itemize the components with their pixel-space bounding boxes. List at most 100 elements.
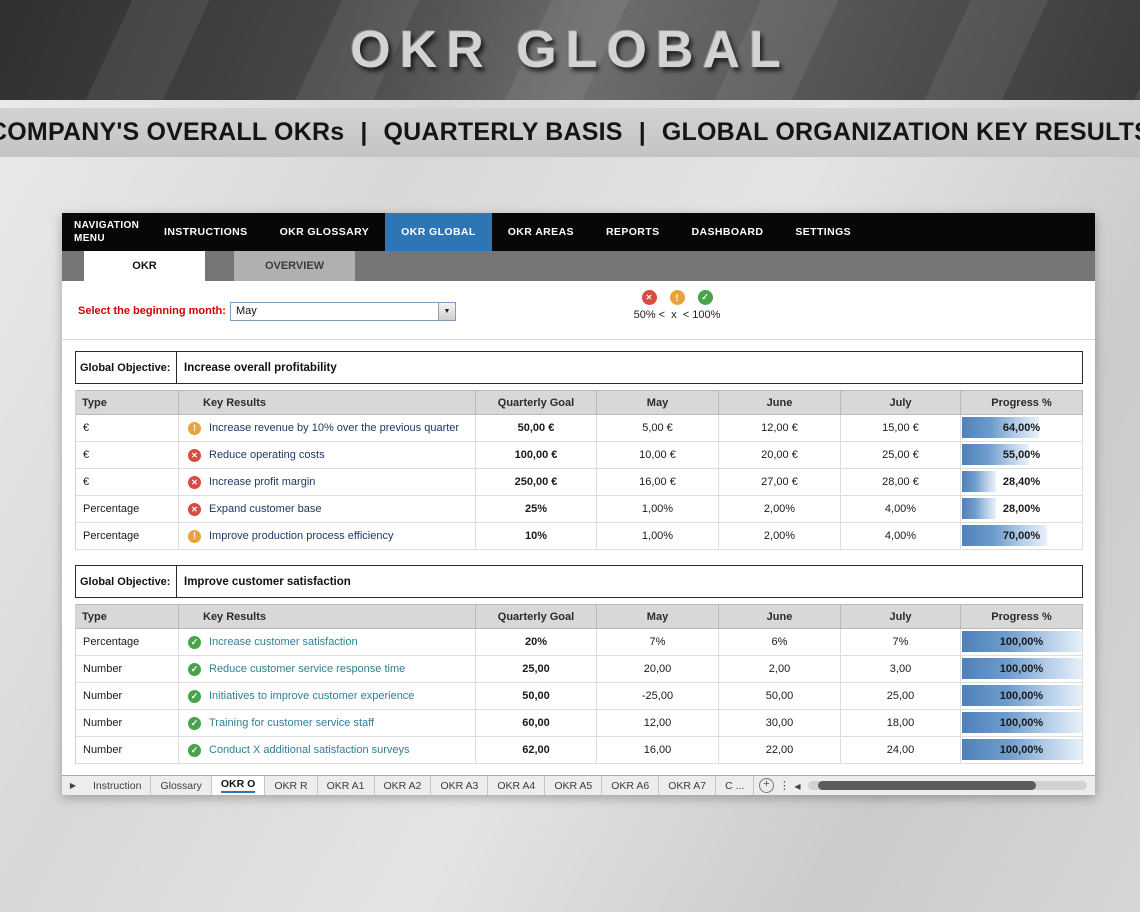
key-result-label: Increase profit margin: [209, 476, 316, 488]
sheet-tab-okr-a1[interactable]: OKR A1: [318, 776, 375, 795]
june-cell: 27,00 €: [719, 469, 841, 496]
warning-icon: [188, 529, 201, 543]
okr-grid: Type Key Results Quarterly Goal May June…: [75, 390, 1083, 550]
scrollbar-thumb[interactable]: [818, 781, 1036, 790]
progress-value: 64,00%: [1002, 422, 1041, 434]
progress-value: 100,00%: [999, 717, 1044, 729]
quarterly-goal-cell: 10%: [476, 523, 597, 550]
objective-label: Global Objective:: [76, 566, 177, 597]
sheet-tab-okr-a5[interactable]: OKR A5: [545, 776, 603, 795]
sheet-tab-okr-a7[interactable]: OKR A7: [659, 776, 717, 795]
kebab-icon[interactable]: [778, 779, 790, 792]
table-header-row: Type Key Results Quarterly Goal May June…: [76, 604, 1083, 629]
objective-row: Global Objective: Increase overall profi…: [75, 351, 1083, 384]
navigation-bar: NAVIGATION MENU INSTRUCTIONS OKR GLOSSAR…: [62, 213, 1095, 251]
sheet-tab-okr-r[interactable]: OKR R: [265, 776, 318, 795]
june-cell: 2,00%: [719, 523, 841, 550]
key-result-cell: Expand customer base: [179, 496, 476, 523]
sheet-tab-okr-a3[interactable]: OKR A3: [431, 776, 489, 795]
scroll-left-icon[interactable]: [790, 780, 804, 792]
add-sheet-icon[interactable]: [754, 778, 778, 793]
tab-okr[interactable]: OKR: [84, 251, 205, 281]
col-header-july: July: [841, 390, 961, 415]
sheet-tab-label: OKR A4: [497, 779, 536, 792]
sheet-nav-arrow-icon[interactable]: [62, 781, 84, 790]
key-result-cell: Initiatives to improve customer experien…: [179, 683, 476, 710]
sheet-tab-glossary[interactable]: Glossary: [151, 776, 212, 795]
quarterly-goal-cell: 25%: [476, 496, 597, 523]
sheet-tab-label: OKR O: [220, 778, 256, 793]
sheet-tab-okr-a2[interactable]: OKR A2: [375, 776, 432, 795]
key-result-label: Initiatives to improve customer experien…: [209, 690, 415, 702]
july-cell: 24,00: [841, 737, 961, 764]
month-select[interactable]: May: [230, 302, 456, 321]
nav-item-settings[interactable]: SETTINGS: [779, 213, 867, 251]
nav-item-okr-global[interactable]: OKR GLOBAL: [385, 213, 492, 251]
sheet-tab-c-more[interactable]: C ...: [716, 776, 755, 795]
page-title: OKR GLOBAL: [350, 21, 790, 79]
progress-value: 28,40%: [1002, 476, 1041, 488]
warning-icon: [669, 290, 685, 305]
key-result-label: Increase revenue by 10% over the previou…: [209, 422, 460, 434]
quarterly-goal-cell: 62,00: [476, 737, 597, 764]
col-header-quarterly-goal: Quarterly Goal: [476, 390, 597, 415]
july-cell: 4,00%: [841, 523, 961, 550]
table-row: Number Conduct X additional satisfaction…: [76, 737, 1083, 764]
quarterly-goal-cell: 25,00: [476, 656, 597, 683]
sheet-tab-okr-a4[interactable]: OKR A4: [488, 776, 546, 795]
nav-item-dashboard[interactable]: DASHBOARD: [676, 213, 780, 251]
error-icon: [188, 502, 201, 516]
horizontal-scrollbar[interactable]: [808, 781, 1087, 790]
success-icon: [188, 689, 201, 703]
nav-item-okr-glossary[interactable]: OKR GLOSSARY: [264, 213, 386, 251]
nav-item-navigation-menu[interactable]: NAVIGATION MENU: [62, 213, 148, 251]
sheet-tab-instruction[interactable]: Instruction: [84, 776, 152, 795]
table-row: € Increase profit margin 250,00 € 16,00 …: [76, 469, 1083, 496]
type-cell: Number: [76, 710, 179, 737]
may-cell: 16,00 €: [597, 469, 719, 496]
progress-cell: 64,00%: [961, 415, 1083, 442]
warning-icon: [188, 421, 201, 435]
may-cell: 5,00 €: [597, 415, 719, 442]
status-legend: 50% < x < 100%: [602, 290, 752, 321]
key-result-cell: Conduct X additional satisfaction survey…: [179, 737, 476, 764]
sheet-tab-okr-o[interactable]: OKR O: [211, 776, 266, 795]
table-row: € Reduce operating costs 100,00 € 10,00 …: [76, 442, 1083, 469]
sheet-tab-label: Instruction: [93, 779, 142, 792]
key-result-cell: Increase revenue by 10% over the previou…: [179, 415, 476, 442]
sheet-tab-label: OKR A7: [668, 779, 707, 792]
success-icon: [697, 290, 713, 305]
col-header-may: May: [597, 604, 719, 629]
error-icon: [188, 448, 201, 462]
quarterly-goal-cell: 60,00: [476, 710, 597, 737]
key-result-label: Reduce operating costs: [209, 449, 325, 461]
key-result-label: Expand customer base: [209, 503, 322, 515]
nav-item-reports[interactable]: REPORTS: [590, 213, 676, 251]
key-result-cell: Increase customer satisfaction: [179, 629, 476, 656]
progress-value: 70,00%: [1002, 530, 1041, 542]
col-header-key-results: Key Results: [179, 390, 476, 415]
subtitle-banner: COMPANY'S OVERALL OKRs | QUARTERLY BASIS…: [0, 108, 1140, 157]
may-cell: 12,00: [597, 710, 719, 737]
key-result-cell: Increase profit margin: [179, 469, 476, 496]
quarterly-goal-cell: 50,00: [476, 683, 597, 710]
key-result-label: Increase customer satisfaction: [209, 636, 358, 648]
chevron-down-icon[interactable]: [438, 303, 455, 320]
table-row: Number Training for customer service sta…: [76, 710, 1083, 737]
progress-cell: 100,00%: [961, 683, 1083, 710]
july-cell: 18,00: [841, 710, 961, 737]
progress-bar: [962, 498, 996, 519]
sheet-tab-label: OKR A3: [440, 779, 479, 792]
nav-item-instructions[interactable]: INSTRUCTIONS: [148, 213, 264, 251]
controls-row: Select the beginning month: May 50% < x …: [62, 281, 1095, 340]
may-cell: -25,00: [597, 683, 719, 710]
type-cell: Percentage: [76, 629, 179, 656]
sheet-tab-okr-a6[interactable]: OKR A6: [602, 776, 660, 795]
july-cell: 15,00 €: [841, 415, 961, 442]
key-result-label: Reduce customer service response time: [209, 663, 406, 675]
sheet-tab-label: OKR R: [274, 779, 308, 792]
tab-overview[interactable]: OVERVIEW: [234, 251, 355, 281]
progress-value: 100,00%: [999, 663, 1044, 675]
col-header-type: Type: [76, 390, 179, 415]
nav-item-okr-areas[interactable]: OKR AREAS: [492, 213, 590, 251]
